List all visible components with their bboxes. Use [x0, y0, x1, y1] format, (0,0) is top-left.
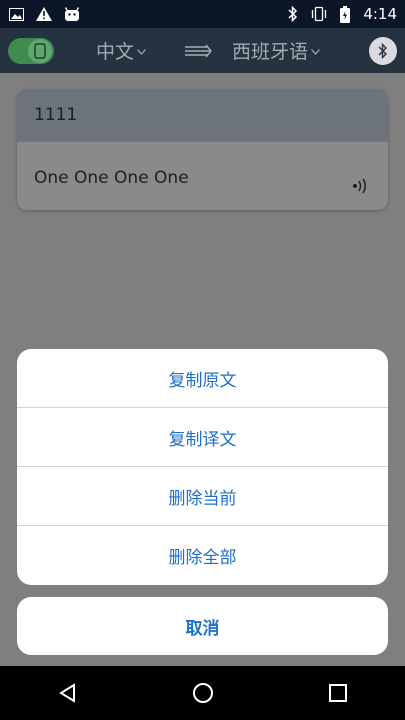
recents-button[interactable] [318, 673, 358, 713]
home-icon [192, 683, 213, 703]
translation-row: One One One One [17, 142, 388, 210]
back-button[interactable] [48, 673, 88, 713]
translated-text: One One One One [34, 168, 189, 188]
phone-mode-toggle[interactable] [8, 37, 54, 64]
copy-original-button[interactable]: 复制原文 [17, 349, 388, 408]
source-language-selector[interactable]: 中文 [96, 37, 146, 64]
back-icon [58, 683, 75, 703]
swap-arrows-icon [185, 44, 212, 57]
chevron-down-icon [311, 44, 320, 58]
target-language-selector[interactable]: 西班牙语 [232, 37, 320, 64]
bluetooth-icon [285, 6, 301, 22]
action-sheet: 复制原文 复制译文 删除当前 删除全部 [17, 349, 388, 585]
status-bar: 4:14 [0, 0, 405, 28]
recents-icon [328, 684, 347, 702]
app-toolbar: 中文 西班牙语 [0, 28, 405, 73]
translation-card[interactable]: 1111 One One One One [17, 89, 388, 210]
alert-icon [36, 6, 52, 22]
image-icon [8, 6, 24, 22]
bluetooth-button[interactable] [369, 36, 397, 65]
source-language-label: 中文 [96, 41, 135, 63]
speaker-icon[interactable] [352, 178, 370, 198]
delete-all-button[interactable]: 删除全部 [17, 526, 388, 585]
copy-translation-button[interactable]: 复制译文 [17, 408, 388, 467]
home-button[interactable] [183, 673, 223, 713]
target-language-label: 西班牙语 [232, 41, 309, 63]
system-nav-bar [0, 666, 405, 720]
delete-current-button[interactable]: 删除当前 [17, 467, 388, 526]
android-icon [64, 6, 80, 22]
cancel-button[interactable]: 取消 [17, 597, 388, 655]
phone-toggle-icon [28, 38, 52, 63]
vibrate-icon [311, 6, 327, 22]
bluetooth-icon [378, 42, 387, 59]
source-text: 1111 [17, 89, 388, 141]
chevron-down-icon [137, 44, 146, 58]
battery-icon [337, 5, 353, 23]
swap-languages-button[interactable] [184, 41, 214, 61]
status-time: 4:14 [363, 5, 397, 23]
